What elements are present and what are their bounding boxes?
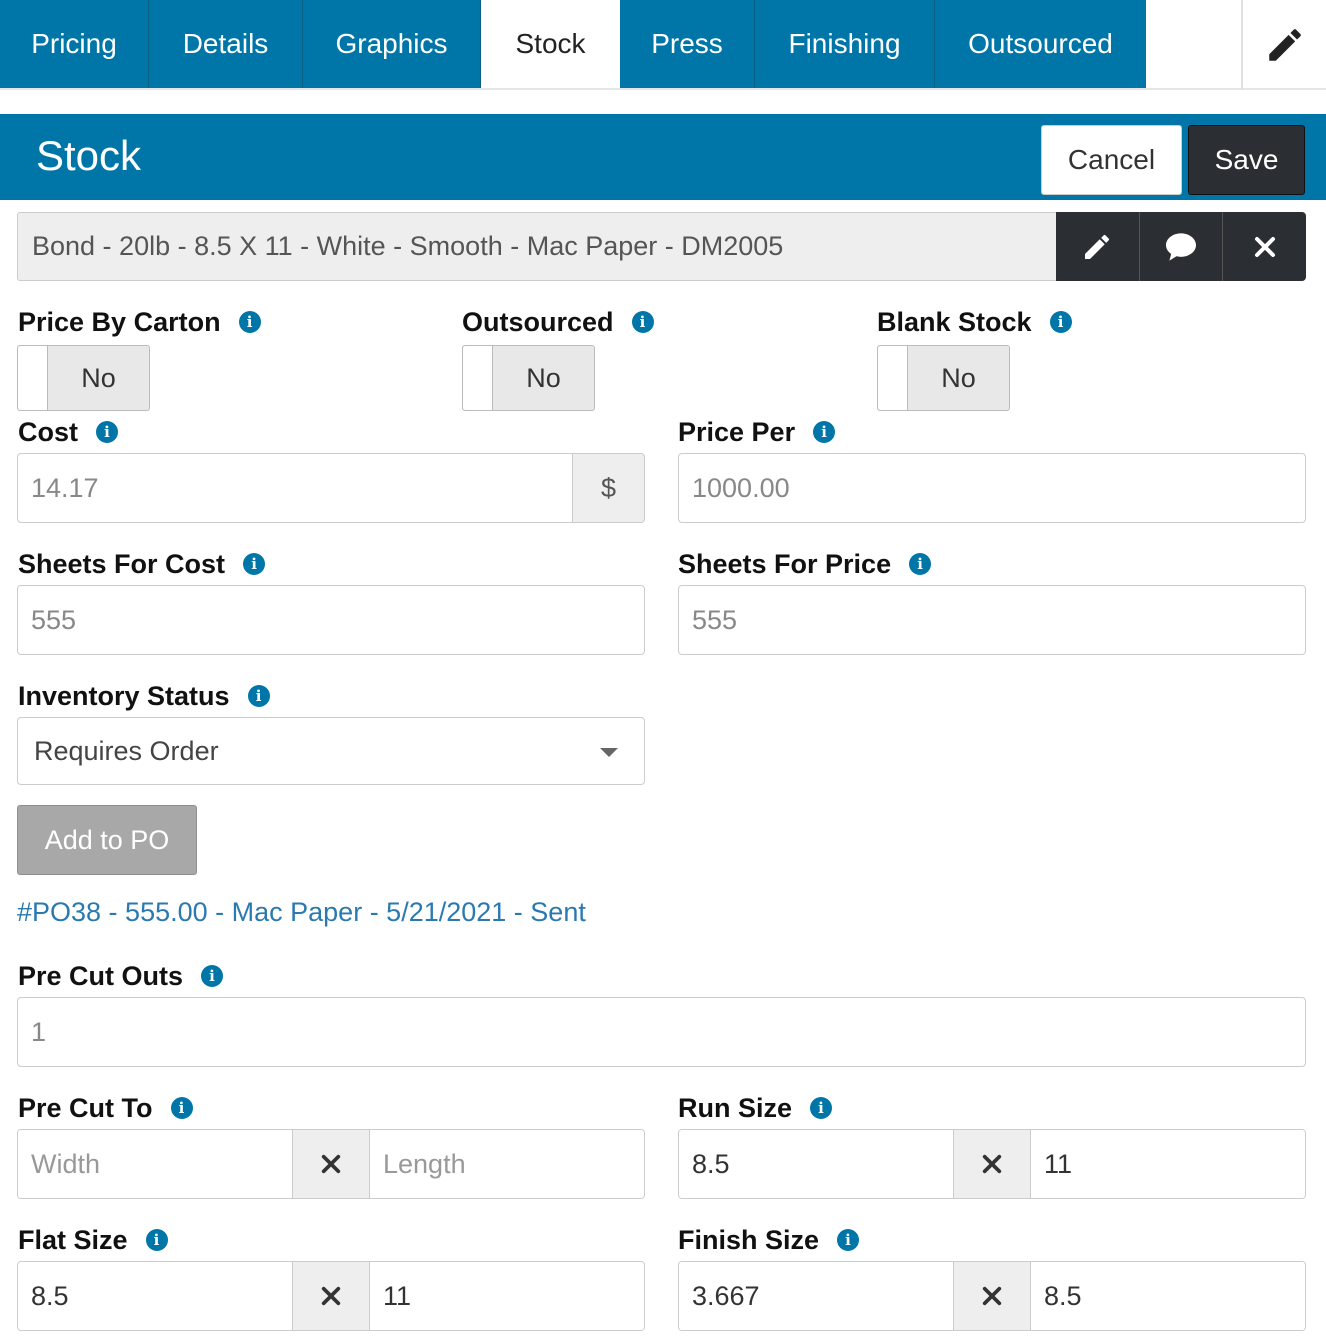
flat-size-label: Flat Size i: [18, 1224, 168, 1256]
remove-stock-button[interactable]: [1222, 212, 1306, 281]
po-link[interactable]: #PO38 - 555.00 - Mac Paper - 5/21/2021 -…: [17, 897, 586, 928]
outsourced-toggle[interactable]: No: [462, 345, 595, 411]
tab-bar: Pricing Details Graphics Stock Press Fin…: [0, 0, 1326, 90]
sheets-for-cost-label: Sheets For Cost i: [18, 548, 266, 580]
pre-cut-to-label: Pre Cut To i: [18, 1092, 193, 1124]
tab-pricing[interactable]: Pricing: [0, 0, 149, 88]
edit-pencil-button[interactable]: [1241, 0, 1326, 90]
finish-size-length-input[interactable]: 8.5: [1031, 1262, 1305, 1330]
inventory-status-select[interactable]: Requires Order: [17, 717, 645, 785]
times-icon: [953, 1262, 1031, 1330]
tab-underline: [0, 88, 1326, 90]
info-icon[interactable]: i: [837, 1229, 860, 1251]
cancel-button[interactable]: Cancel: [1041, 125, 1182, 195]
section-title: Stock: [36, 132, 142, 179]
tab-details[interactable]: Details: [149, 0, 303, 88]
info-icon[interactable]: i: [810, 1097, 833, 1119]
toggle-knob: [18, 346, 48, 410]
stock-action-group: [1056, 212, 1306, 281]
section-header: Stock Cancel Save: [0, 114, 1326, 200]
price-by-carton-toggle[interactable]: No: [17, 345, 150, 411]
info-icon[interactable]: i: [145, 1229, 168, 1251]
pre-cut-outs-label: Pre Cut Outs i: [18, 960, 224, 992]
info-icon[interactable]: i: [96, 421, 118, 443]
pre-cut-to-group: Width Length: [17, 1129, 645, 1199]
flat-size-length-input[interactable]: 11: [370, 1262, 644, 1330]
run-size-group: 8.5 11: [678, 1129, 1306, 1199]
sheets-for-price-label: Sheets For Price i: [678, 548, 932, 580]
comment-icon: [1166, 232, 1196, 261]
flat-size-width-input[interactable]: 8.5: [18, 1262, 292, 1330]
finish-size-width-input[interactable]: 3.667: [679, 1262, 953, 1330]
pre-cut-length-input[interactable]: Length: [370, 1130, 644, 1198]
pre-cut-outs-input[interactable]: 1: [17, 997, 1306, 1067]
add-to-po-button[interactable]: Add to PO: [17, 805, 197, 875]
info-icon[interactable]: i: [247, 685, 270, 707]
edit-stock-button[interactable]: [1056, 212, 1139, 281]
tab-press[interactable]: Press: [620, 0, 755, 88]
times-icon: [292, 1262, 370, 1330]
close-icon: [1254, 236, 1275, 257]
sheets-for-cost-input[interactable]: 555: [17, 585, 645, 655]
info-icon[interactable]: i: [243, 553, 266, 575]
cost-input[interactable]: 14.17: [17, 453, 573, 523]
finish-size-label: Finish Size i: [678, 1224, 860, 1256]
pencil-icon: [1085, 234, 1110, 259]
outsourced-label: Outsourced i: [462, 306, 654, 338]
currency-addon: $: [572, 453, 645, 523]
toggle-knob: [878, 346, 908, 410]
save-button[interactable]: Save: [1188, 125, 1305, 195]
tab-strip: Pricing Details Graphics Stock Press Fin…: [0, 0, 1146, 88]
tab-graphics[interactable]: Graphics: [303, 0, 481, 88]
info-icon[interactable]: i: [201, 965, 224, 987]
chevron-down-icon: [600, 748, 618, 757]
tab-finishing[interactable]: Finishing: [755, 0, 935, 88]
stock-description: Bond - 20lb - 8.5 X 11 - White - Smooth …: [17, 212, 1057, 281]
price-by-carton-label: Price By Carton i: [18, 306, 261, 338]
pre-cut-width-input[interactable]: Width: [18, 1130, 292, 1198]
toggle-knob: [463, 346, 493, 410]
cost-label: Cost i: [18, 416, 118, 448]
tab-outsourced[interactable]: Outsourced: [935, 0, 1146, 88]
run-size-length-input[interactable]: 11: [1031, 1130, 1305, 1198]
info-icon[interactable]: i: [909, 553, 932, 575]
info-icon[interactable]: i: [238, 311, 261, 333]
run-size-width-input[interactable]: 8.5: [679, 1130, 953, 1198]
sheets-for-price-input[interactable]: 555: [678, 585, 1306, 655]
blank-stock-toggle[interactable]: No: [877, 345, 1010, 411]
info-icon[interactable]: i: [170, 1097, 193, 1119]
inventory-status-label: Inventory Status i: [18, 680, 270, 712]
pencil-icon: [1268, 29, 1301, 61]
toggle-value: No: [941, 362, 976, 393]
toggle-value: No: [526, 362, 561, 393]
blank-stock-label: Blank Stock i: [877, 306, 1072, 338]
times-icon: [953, 1130, 1031, 1198]
comment-stock-button[interactable]: [1138, 212, 1223, 281]
info-icon[interactable]: i: [631, 311, 654, 333]
price-per-label: Price Per i: [678, 416, 836, 448]
info-icon[interactable]: i: [813, 421, 836, 443]
price-per-input[interactable]: 1000.00: [678, 453, 1306, 523]
toggle-value: No: [81, 362, 116, 393]
flat-size-group: 8.5 11: [17, 1261, 645, 1331]
tab-stock[interactable]: Stock: [481, 0, 620, 88]
times-icon: [292, 1130, 370, 1198]
info-icon[interactable]: i: [1049, 311, 1072, 333]
finish-size-group: 3.667 8.5: [678, 1261, 1306, 1331]
inventory-status-value: Requires Order: [34, 735, 219, 766]
run-size-label: Run Size i: [678, 1092, 833, 1124]
